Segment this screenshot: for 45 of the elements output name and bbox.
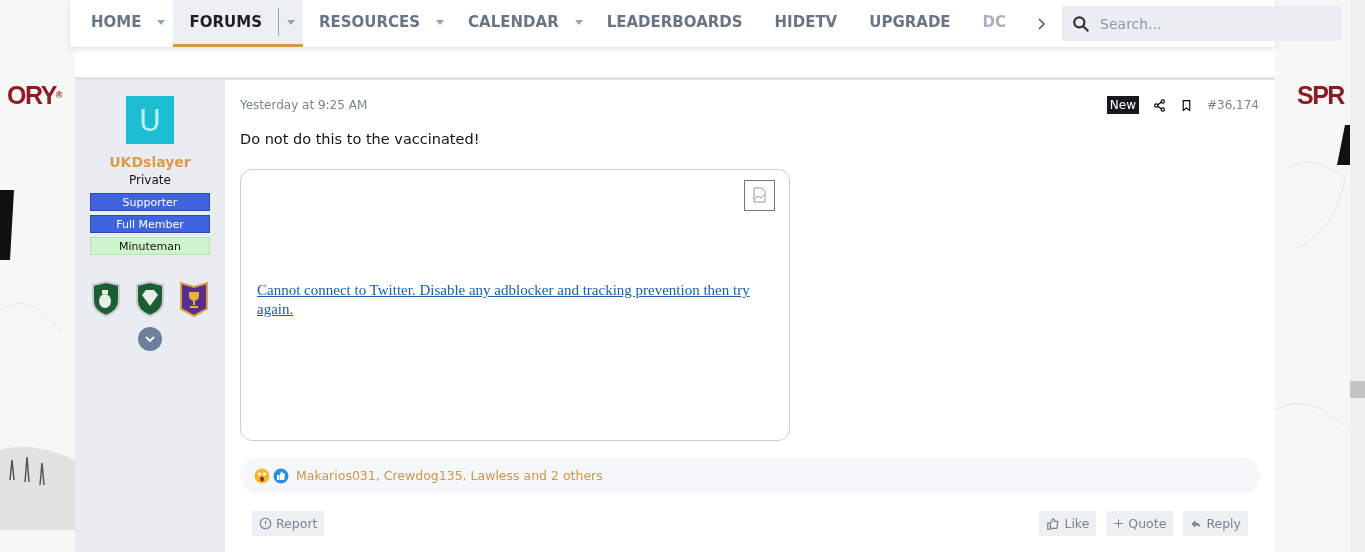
username-link[interactable]: UKDslayer — [109, 154, 191, 170]
alert-icon — [259, 517, 272, 530]
post-text: Do not do this to the vaccinated! — [240, 131, 481, 147]
ad-text: ORY® — [7, 80, 61, 110]
scrollbar[interactable] — [1350, 0, 1365, 552]
post-number-link[interactable]: #36,174 — [1206, 98, 1259, 112]
search-field[interactable]: Search... — [1062, 6, 1343, 41]
diamond-badge-icon — [134, 281, 166, 317]
caret-icon[interactable] — [286, 19, 295, 25]
chevron-right-icon[interactable] — [1038, 17, 1047, 30]
user-banner: Full Member — [90, 215, 210, 233]
caret-icon[interactable] — [436, 19, 445, 25]
nav-tab[interactable]: LEADERBOARDS — [590, 0, 759, 47]
chevron-down-icon — [145, 336, 155, 342]
quote-button[interactable]: Quote — [1106, 511, 1174, 536]
thumbs-up-icon — [1046, 516, 1061, 531]
nav-tab[interactable]: DC — [966, 0, 1023, 47]
new-label: New — [1106, 96, 1139, 114]
post-time[interactable]: Yesterday at 9:25 AM — [240, 98, 368, 112]
expand-button[interactable] — [138, 327, 162, 351]
nav-tab[interactable]: HOME — [75, 0, 174, 47]
nav-tab[interactable]: RESOURCES — [302, 0, 453, 47]
like-button[interactable]: Like — [1039, 511, 1097, 536]
embed-error-link[interactable]: Cannot connect to Twitter. Disable any adblocker and tracking prevention then try again. — [257, 281, 773, 319]
trophy-badge-icon — [178, 281, 210, 317]
user-rank: Private — [129, 173, 171, 187]
user-banner: Minuteman — [90, 237, 210, 255]
nav-tab[interactable]: HIDETV — [758, 0, 854, 47]
ad-text: SPR — [1297, 80, 1344, 110]
like-reaction-icon — [273, 467, 289, 484]
plus-icon — [1113, 518, 1125, 529]
nav-tab[interactable]: UPGRADE — [853, 0, 967, 47]
share-icon — [1152, 98, 1166, 112]
broken-image-icon — [744, 180, 775, 211]
reply-button[interactable]: Reply — [1183, 511, 1248, 536]
nav-tab[interactable]: FORUMS — [173, 0, 303, 47]
report-button[interactable]: Report — [252, 511, 325, 536]
search-icon — [1072, 15, 1091, 33]
user-banner: Supporter — [90, 193, 210, 211]
wow-emoji-icon — [254, 467, 270, 484]
reaction-users-link[interactable]: Makarios031, Crewdog135, Lawless and 2 others — [296, 468, 603, 483]
caret-icon[interactable] — [157, 19, 166, 25]
nav-tab[interactable]: CALENDAR — [452, 0, 591, 47]
grenade-badge-icon — [90, 281, 122, 317]
caret-icon[interactable] — [574, 19, 583, 25]
